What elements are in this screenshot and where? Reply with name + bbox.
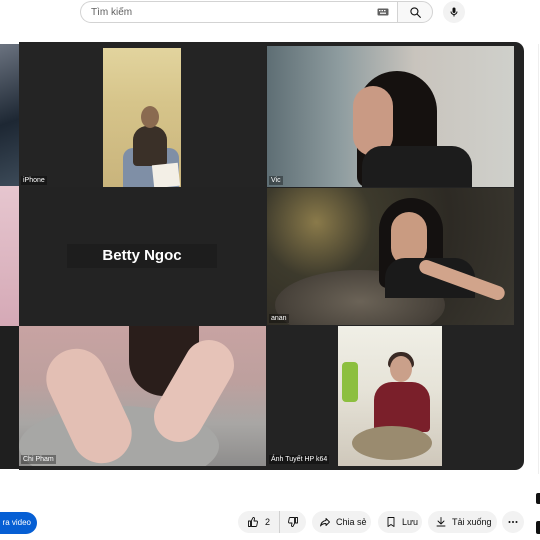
voice-search-button[interactable] bbox=[443, 1, 465, 23]
video-player[interactable]: iPhone Vic Betty Ngoc anan Chi Pham Ánh bbox=[19, 42, 524, 470]
participant-name: anan bbox=[269, 314, 289, 323]
dislike-button[interactable] bbox=[280, 511, 306, 533]
participant-name: Chi Pham bbox=[21, 455, 56, 464]
person-face bbox=[141, 106, 159, 128]
participant-tile-betty: Betty Ngoc bbox=[19, 188, 266, 325]
download-label: Tải xuống bbox=[452, 517, 492, 527]
adjacent-thumb-1 bbox=[0, 44, 19, 186]
download-icon bbox=[436, 517, 446, 527]
search-icon bbox=[409, 6, 421, 18]
mic-icon bbox=[450, 7, 458, 17]
sidebar-divider bbox=[538, 44, 539, 474]
participant-tile-anh-tuyet: Ánh Tuyết HP k64 bbox=[267, 326, 514, 466]
participant-tile-vic: Vic bbox=[267, 46, 514, 187]
adjacent-thumb-3 bbox=[0, 326, 19, 469]
more-icon bbox=[508, 521, 518, 523]
share-icon bbox=[320, 518, 330, 527]
thumbs-up-icon bbox=[248, 517, 258, 527]
participant-video bbox=[103, 48, 181, 187]
download-button[interactable]: Tải xuống bbox=[428, 511, 497, 533]
participant-tile-iphone: iPhone bbox=[19, 44, 266, 187]
background-object bbox=[342, 362, 358, 402]
share-button[interactable]: Chia sẻ bbox=[312, 511, 371, 533]
participant-tile-anan: anan bbox=[267, 188, 514, 325]
sidebar-edge-item bbox=[536, 493, 540, 504]
person-shirt bbox=[374, 382, 430, 432]
save-label: Lưu bbox=[402, 517, 419, 527]
keyboard-icon[interactable] bbox=[377, 8, 389, 16]
subscribe-button[interactable]: ra video bbox=[0, 512, 37, 534]
like-count: 2 bbox=[265, 517, 271, 527]
like-button[interactable]: 2 bbox=[238, 511, 280, 533]
search-box[interactable] bbox=[80, 1, 397, 23]
sidebar-edge-item bbox=[536, 521, 540, 534]
participant-name: Vic bbox=[269, 176, 283, 185]
share-label: Chia sẻ bbox=[336, 517, 367, 527]
participant-name-placeholder: Betty Ngoc bbox=[67, 244, 217, 268]
like-dislike-group: 2 bbox=[238, 511, 306, 533]
bookmark-icon bbox=[387, 517, 395, 527]
participant-name: Ánh Tuyết HP k64 bbox=[269, 455, 330, 464]
search-bar bbox=[80, 0, 465, 24]
handpan-drum bbox=[352, 426, 432, 460]
person-hair bbox=[133, 126, 167, 166]
person-shirt bbox=[362, 146, 472, 187]
thumbs-down-icon bbox=[288, 517, 298, 527]
search-input[interactable] bbox=[91, 6, 377, 18]
more-actions-button[interactable] bbox=[502, 511, 524, 533]
participant-name: iPhone bbox=[21, 176, 47, 185]
save-button[interactable]: Lưu bbox=[378, 511, 422, 533]
adjacent-video-edge bbox=[0, 44, 19, 469]
paper-sheet bbox=[151, 162, 181, 187]
person-face bbox=[390, 356, 412, 382]
participant-tile-chi-pham: Chi Pham bbox=[19, 326, 266, 466]
participant-video bbox=[338, 326, 442, 466]
search-button[interactable] bbox=[397, 1, 433, 23]
adjacent-thumb-2 bbox=[0, 186, 19, 326]
